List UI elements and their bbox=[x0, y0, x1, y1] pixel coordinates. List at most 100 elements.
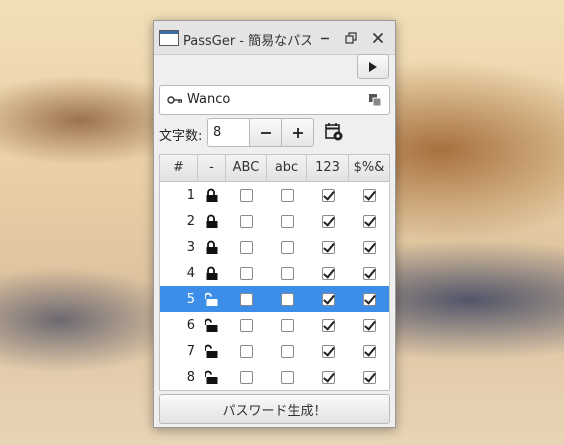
row-number: 6 bbox=[186, 317, 195, 333]
lowercase-checkbox[interactable] bbox=[280, 214, 294, 228]
window-title: PassGer - 簡易なパスワード生成 bbox=[183, 34, 311, 48]
lock-toggle[interactable] bbox=[198, 286, 226, 312]
cell-symbols bbox=[349, 364, 389, 390]
uppercase-checkbox[interactable] bbox=[240, 344, 253, 358]
symbols-checkbox[interactable] bbox=[362, 292, 376, 306]
uppercase-checkbox[interactable] bbox=[240, 240, 253, 254]
uppercase-checkbox[interactable] bbox=[240, 318, 253, 332]
symbols-checkbox[interactable] bbox=[362, 344, 376, 358]
lock-closed-icon bbox=[206, 240, 218, 254]
restore-icon bbox=[345, 32, 357, 44]
uppercase-checkbox[interactable] bbox=[240, 370, 253, 384]
table-row[interactable]: 8 bbox=[160, 364, 389, 390]
table-row[interactable]: 1 bbox=[160, 182, 389, 208]
symbols-checkbox[interactable] bbox=[362, 240, 376, 254]
row-number: 5 bbox=[186, 291, 195, 307]
length-input[interactable]: 8 bbox=[207, 118, 250, 147]
generate-password-button[interactable]: パスワード生成！ bbox=[159, 394, 390, 424]
digits-checkbox[interactable] bbox=[321, 266, 335, 280]
cell-digits bbox=[307, 364, 349, 390]
lowercase-checkbox[interactable] bbox=[280, 370, 294, 384]
decrement-button[interactable] bbox=[249, 118, 282, 147]
digits-checkbox[interactable] bbox=[321, 318, 335, 332]
site-input[interactable]: Wanco bbox=[159, 85, 390, 115]
column-header-lock[interactable]: - bbox=[198, 155, 226, 181]
cell-symbols bbox=[349, 312, 389, 338]
lowercase-checkbox[interactable] bbox=[280, 344, 294, 358]
row-number: 4 bbox=[186, 265, 195, 281]
site-value: Wanco bbox=[187, 92, 231, 107]
table-row[interactable]: 5 bbox=[160, 286, 389, 312]
table-row[interactable]: 4 bbox=[160, 260, 389, 286]
digits-checkbox[interactable] bbox=[321, 292, 335, 306]
cell-digits bbox=[307, 208, 349, 234]
digits-checkbox[interactable] bbox=[321, 188, 335, 202]
calendar-settings-button[interactable] bbox=[324, 122, 344, 142]
lock-toggle[interactable] bbox=[198, 312, 226, 338]
row-number: 3 bbox=[186, 239, 195, 255]
restore-button[interactable] bbox=[342, 29, 360, 47]
lowercase-checkbox[interactable] bbox=[280, 188, 294, 202]
minimize-button[interactable] bbox=[316, 29, 334, 47]
close-button[interactable] bbox=[369, 29, 387, 47]
row-number: 8 bbox=[186, 369, 195, 385]
app-window-icon bbox=[159, 30, 179, 46]
row-number: 2 bbox=[186, 213, 195, 229]
digits-checkbox[interactable] bbox=[321, 370, 335, 384]
uppercase-checkbox[interactable] bbox=[240, 214, 253, 228]
close-icon bbox=[372, 32, 384, 44]
column-header-number[interactable]: # bbox=[160, 155, 198, 181]
lowercase-checkbox[interactable] bbox=[280, 266, 294, 280]
lock-toggle[interactable] bbox=[198, 338, 226, 364]
cell-lowercase bbox=[267, 182, 307, 208]
length-label: 文字数: bbox=[159, 129, 203, 144]
lock-toggle[interactable] bbox=[198, 208, 226, 234]
symbols-checkbox[interactable] bbox=[362, 370, 376, 384]
lock-toggle[interactable] bbox=[198, 364, 226, 390]
run-button[interactable] bbox=[357, 54, 389, 79]
lock-toggle[interactable] bbox=[198, 260, 226, 286]
table-header: # - ABC abc 123 $%& bbox=[160, 155, 389, 182]
uppercase-checkbox[interactable] bbox=[240, 266, 253, 280]
cell-uppercase bbox=[226, 234, 267, 260]
cell-digits bbox=[307, 286, 349, 312]
digits-checkbox[interactable] bbox=[321, 344, 335, 358]
cell-uppercase bbox=[226, 286, 267, 312]
symbols-checkbox[interactable] bbox=[362, 318, 376, 332]
cell-digits bbox=[307, 312, 349, 338]
digits-checkbox[interactable] bbox=[321, 214, 335, 228]
lock-open-icon bbox=[205, 344, 218, 358]
cell-lowercase bbox=[267, 338, 307, 364]
title-bar[interactable]: PassGer - 簡易なパスワード生成 bbox=[154, 21, 395, 55]
increment-button[interactable] bbox=[281, 118, 314, 147]
lock-toggle[interactable] bbox=[198, 182, 226, 208]
column-header-lowercase[interactable]: abc bbox=[267, 155, 307, 181]
cell-uppercase bbox=[226, 364, 267, 390]
lock-open-icon bbox=[205, 370, 218, 384]
cell-symbols bbox=[349, 208, 389, 234]
uppercase-checkbox[interactable] bbox=[240, 292, 253, 306]
copy-icon[interactable] bbox=[368, 93, 382, 107]
table-row[interactable]: 2 bbox=[160, 208, 389, 234]
symbols-checkbox[interactable] bbox=[362, 188, 376, 202]
lock-closed-icon bbox=[206, 188, 218, 202]
table-row[interactable]: 3 bbox=[160, 234, 389, 260]
calendar-settings-icon bbox=[325, 123, 343, 141]
cell-lowercase bbox=[267, 312, 307, 338]
column-header-symbols[interactable]: $%& bbox=[349, 155, 389, 181]
lowercase-checkbox[interactable] bbox=[280, 318, 294, 332]
symbols-checkbox[interactable] bbox=[362, 266, 376, 280]
digits-checkbox[interactable] bbox=[321, 240, 335, 254]
column-header-digits[interactable]: 123 bbox=[307, 155, 349, 181]
cell-uppercase bbox=[226, 338, 267, 364]
minimize-icon bbox=[321, 37, 329, 40]
lowercase-checkbox[interactable] bbox=[280, 240, 294, 254]
symbols-checkbox[interactable] bbox=[362, 214, 376, 228]
uppercase-checkbox[interactable] bbox=[240, 188, 253, 202]
lock-toggle[interactable] bbox=[198, 234, 226, 260]
column-header-uppercase[interactable]: ABC bbox=[226, 155, 267, 181]
table-row[interactable]: 7 bbox=[160, 338, 389, 364]
lowercase-checkbox[interactable] bbox=[280, 292, 294, 306]
table-row[interactable]: 6 bbox=[160, 312, 389, 338]
passger-window: PassGer - 簡易なパスワード生成 Wanco bbox=[153, 20, 396, 428]
